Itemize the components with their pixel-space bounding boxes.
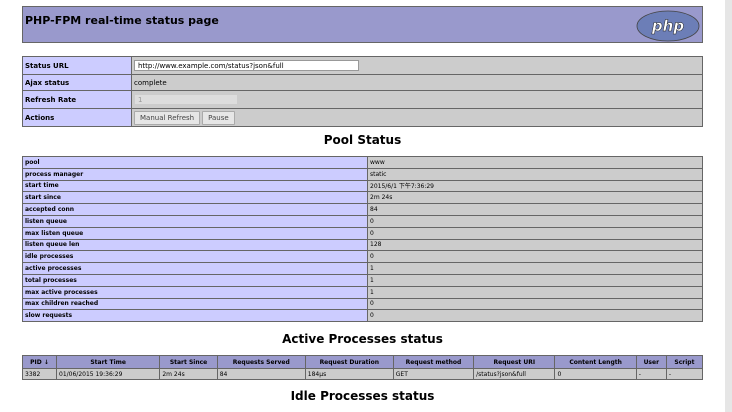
process-cell: GET (392, 368, 475, 380)
process-cell: 184µs (304, 368, 394, 380)
column-header[interactable]: Request Duration (304, 355, 394, 369)
pool-key: start time (22, 179, 368, 193)
active-processes-table: PID ↓ Start Time Start Since Requests Serve… (22, 355, 704, 380)
pool-row: slow requests 0 (22, 309, 703, 323)
pool-value: www (367, 156, 703, 169)
sort-pid-header[interactable]: PID ↓ (22, 355, 57, 369)
pool-key: pool (22, 156, 368, 169)
process-cell: 0 (554, 368, 637, 380)
pool-row: start time 2015/6/1 下午7:36:29 (22, 179, 703, 193)
scrollbar[interactable] (725, 0, 732, 412)
pause-button[interactable]: Pause (202, 110, 235, 125)
pool-row: max listen queue 0 (22, 226, 703, 240)
process-cell: /status?json&full (473, 368, 556, 380)
pool-key: process manager (22, 167, 368, 181)
php-logo-text: php (651, 17, 684, 35)
pool-row: active processes 1 (22, 262, 703, 275)
idle-processes-title: Idle Processes status (290, 389, 435, 403)
pool-row: start since 2m 24s (22, 191, 703, 205)
process-cell: - (665, 368, 704, 380)
pool-row: max children reached 0 (22, 297, 703, 311)
pool-key: total processes (22, 273, 368, 287)
refresh-rate-input[interactable] (134, 94, 238, 105)
pool-row: accepted conn 84 (22, 203, 703, 216)
pool-key: accepted conn (22, 203, 368, 216)
pool-key: listen queue len (22, 238, 368, 252)
pool-key: max active processes (22, 285, 368, 299)
pool-value: 2015/6/1 下午7:36:29 (367, 179, 703, 193)
controls-table: Status URL Ajax status complete Refresh … (22, 56, 703, 127)
pool-row: listen queue len 128 (22, 238, 703, 252)
column-header[interactable]: Start Since (159, 355, 218, 369)
pool-row: listen queue 0 (22, 214, 703, 228)
pool-row: process manager static (22, 167, 703, 181)
refresh-rate-label: Refresh Rate (22, 90, 132, 109)
pool-status-table: pool www process manager static start time 20… (22, 156, 703, 323)
table-row: 3382 01/06/2015 19:36:29 2m 24s 84 184µs GET /… (22, 368, 704, 380)
status-url-input[interactable] (134, 60, 359, 71)
actions-label: Actions (22, 108, 132, 127)
pool-value: 84 (367, 203, 703, 216)
status-page: PHP-FPM real-time status page php Status… (22, 6, 704, 403)
pool-value: 0 (367, 309, 703, 323)
pool-key: max listen queue (22, 226, 368, 240)
pool-value: 0 (367, 214, 703, 228)
pool-key: active processes (22, 262, 368, 275)
pool-key: listen queue (22, 214, 368, 228)
manual-refresh-button[interactable]: Manual Refresh (134, 110, 201, 125)
pool-value: static (367, 167, 703, 181)
php-logo: php (636, 10, 700, 42)
status-url-label: Status URL (22, 56, 132, 75)
column-header[interactable]: Request method (392, 355, 475, 369)
column-header[interactable]: Content Length (554, 355, 637, 369)
pool-row: total processes 1 (22, 273, 703, 287)
pool-value: 1 (367, 285, 703, 299)
process-cell: 3382 (22, 368, 57, 380)
pool-status-title: Pool Status (323, 133, 402, 147)
column-header[interactable]: Script (665, 355, 704, 369)
pool-value: 128 (367, 238, 703, 252)
pool-row: max active processes 1 (22, 285, 703, 299)
pool-key: start since (22, 191, 368, 205)
pool-row: pool www (22, 156, 703, 169)
pool-key: idle processes (22, 250, 368, 264)
column-header[interactable]: Start Time (55, 355, 161, 369)
ajax-status-label: Ajax status (22, 74, 132, 91)
column-header[interactable]: Requests Served (216, 355, 306, 369)
pool-value: 0 (367, 297, 703, 311)
process-cell: - (635, 368, 667, 380)
pool-value: 2m 24s (367, 191, 703, 205)
pool-value: 1 (367, 273, 703, 287)
pool-row: idle processes 0 (22, 250, 703, 264)
process-cell: 84 (216, 368, 306, 380)
column-header[interactable]: Request URI (473, 355, 556, 369)
ajax-status-value: complete (131, 74, 703, 91)
pool-key: slow requests (22, 309, 368, 323)
process-cell: 2m 24s (159, 368, 218, 380)
process-cell: 01/06/2015 19:36:29 (55, 368, 161, 380)
pool-value: 1 (367, 262, 703, 275)
pool-key: max children reached (22, 297, 368, 311)
active-processes-title: Active Processes status (282, 332, 443, 346)
column-header[interactable]: User (635, 355, 667, 369)
pool-value: 0 (367, 250, 703, 264)
page-header: PHP-FPM real-time status page php (22, 6, 703, 43)
pool-value: 0 (367, 226, 703, 240)
page-title: PHP-FPM real-time status page (25, 14, 219, 27)
